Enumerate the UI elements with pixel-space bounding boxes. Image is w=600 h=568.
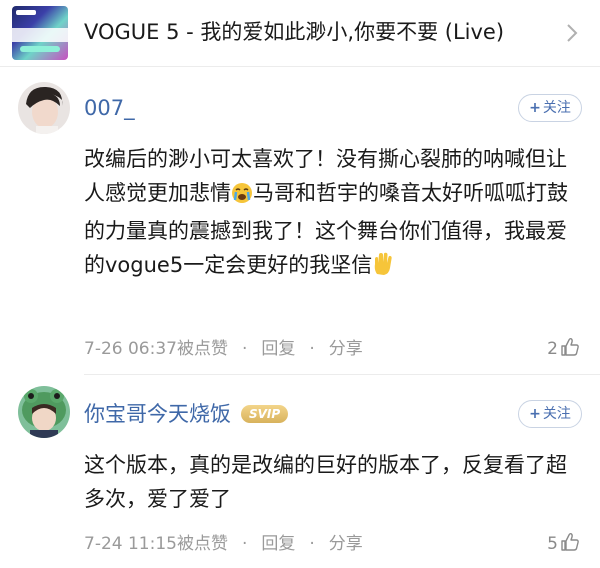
comment-meta: 7-26 06:37被点赞 · 回复 · 分享: [84, 339, 363, 359]
comment-meta: 7-24 11:15被点赞 · 回复 · 分享: [84, 534, 363, 554]
liked-by-link[interactable]: 被点赞: [177, 339, 228, 359]
header-divider: [0, 66, 600, 67]
comment-divider: [84, 374, 600, 375]
follow-button[interactable]: + 关注: [518, 94, 582, 122]
thumbs-up-icon: [561, 337, 579, 356]
username[interactable]: 007_: [84, 94, 135, 122]
comment-time: 7-26 06:37: [84, 339, 177, 359]
avatar[interactable]: [18, 82, 70, 134]
comment-text: 改编后的渺小可太喜欢了！没有撕心裂肺的呐喊但让人感觉更加悲情 马哥和哲宇的嗓音太好…: [84, 142, 584, 286]
crying-face-emoji: [231, 180, 253, 214]
share-button[interactable]: 分享: [329, 339, 363, 359]
like-button[interactable]: 2: [547, 337, 580, 361]
thumbs-up-icon: [561, 532, 579, 551]
like-count: 5: [547, 534, 558, 554]
liked-by-link[interactable]: 被点赞: [177, 534, 228, 554]
chevron-right-icon[interactable]: [562, 22, 582, 44]
song-header[interactable]: VOGUE 5 - 我的爱如此渺小,你要不要 (Live): [0, 0, 600, 66]
album-cover: [12, 6, 68, 60]
username-label: 你宝哥今天烧饭: [84, 402, 231, 426]
reply-button[interactable]: 回复: [261, 534, 295, 554]
svip-badge: SVIP: [241, 405, 289, 423]
share-button[interactable]: 分享: [329, 534, 363, 554]
comment-time: 7-24 11:15: [84, 534, 177, 554]
reply-button[interactable]: 回复: [261, 339, 295, 359]
avatar[interactable]: [18, 386, 70, 438]
comment-text: 这个版本，真的是改编的巨好的版本了，反复看了超多次，爱了爱了: [84, 453, 567, 511]
like-button[interactable]: 5: [547, 532, 580, 556]
like-count: 2: [547, 339, 558, 359]
raised-hand-emoji: [372, 252, 394, 286]
follow-button[interactable]: + 关注: [518, 400, 582, 428]
song-title: VOGUE 5 - 我的爱如此渺小,你要不要 (Live): [84, 20, 505, 44]
username[interactable]: 你宝哥今天烧饭 SVIP: [84, 400, 289, 428]
